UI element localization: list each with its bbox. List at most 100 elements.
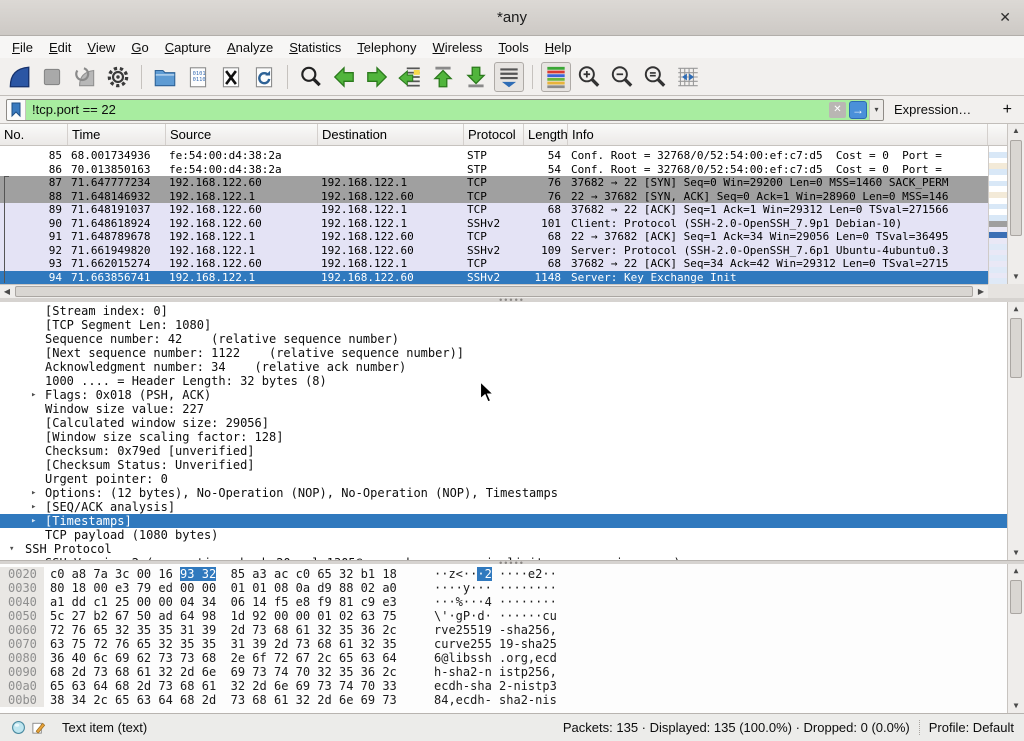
hex-row-0060[interactable]: 006072 76 65 32 35 35 31 39 2d 73 68 61 … <box>0 623 1007 637</box>
zoom-out-button[interactable] <box>607 62 637 92</box>
detail-line[interactable]: ▸[Timestamps] <box>0 514 1007 528</box>
scrollbar-thumb[interactable] <box>1010 318 1022 378</box>
hex-row-0020[interactable]: 0020c0 a8 7a 3c 00 16 93 32 85 a3 ac c0 … <box>0 567 1007 581</box>
detail-line[interactable]: Sequence number: 42 (relative sequence n… <box>0 332 1007 346</box>
capture-restart-button[interactable] <box>70 62 100 92</box>
column-header-source[interactable]: Source <box>166 124 318 145</box>
hex-row-0090[interactable]: 009068 2d 73 68 61 32 2d 6e 69 73 74 70 … <box>0 665 1007 679</box>
packet-row-93[interactable]: 9371.662015274192.168.122.60192.168.122.… <box>0 257 988 271</box>
add-filter-button[interactable]: + <box>999 101 1016 119</box>
collapse-arrow-icon[interactable]: ▾ <box>9 542 14 556</box>
scrollbar-thumb[interactable] <box>1010 580 1022 614</box>
packet-row-92[interactable]: 9271.661949820192.168.122.1192.168.122.6… <box>0 244 988 258</box>
packet-row-91[interactable]: 9171.648789678192.168.122.1192.168.122.6… <box>0 230 988 244</box>
column-header-time[interactable]: Time <box>68 124 166 145</box>
column-header-length[interactable]: Length <box>524 124 568 145</box>
go-forward-button[interactable] <box>362 62 392 92</box>
expand-arrow-icon[interactable]: ▸ <box>31 388 36 402</box>
scrollbar-thumb[interactable] <box>15 286 973 297</box>
menu-statistics[interactable]: Statistics <box>281 38 349 57</box>
scroll-down-icon[interactable]: ▼ <box>1009 546 1023 560</box>
scroll-left-icon[interactable]: ◀ <box>0 285 14 299</box>
packet-row-86[interactable]: 8670.013850163fe:54:00:d4:38:2aSTP54Conf… <box>0 163 988 177</box>
menu-go[interactable]: Go <box>123 38 156 57</box>
go-to-packet-button[interactable] <box>395 62 425 92</box>
detail-line[interactable]: 1000 .... = Header Length: 32 bytes (8) <box>0 374 1007 388</box>
detail-line[interactable]: [Stream index: 0] <box>0 304 1007 318</box>
packet-list-vertical-scrollbar[interactable]: ▲ ▼ <box>1007 124 1024 284</box>
bytes-vertical-scrollbar[interactable]: ▲ ▼ <box>1007 564 1024 713</box>
hex-row-0030[interactable]: 003080 18 00 e3 79 ed 00 00 01 01 08 0a … <box>0 581 1007 595</box>
menu-analyze[interactable]: Analyze <box>219 38 281 57</box>
capture-stop-button[interactable] <box>37 62 67 92</box>
go-bottom-button[interactable] <box>461 62 491 92</box>
detail-line[interactable]: [Window size scaling factor: 128] <box>0 430 1007 444</box>
column-header-info[interactable]: Info <box>568 124 988 145</box>
column-header-protocol[interactable]: Protocol <box>464 124 524 145</box>
packet-row-90[interactable]: 9071.648618924192.168.122.60192.168.122.… <box>0 217 988 231</box>
menu-edit[interactable]: Edit <box>41 38 79 57</box>
colorize-button[interactable] <box>541 62 571 92</box>
open-file-button[interactable] <box>150 62 180 92</box>
filter-history-dropdown[interactable]: ▾ <box>869 100 883 120</box>
capture-start-button[interactable] <box>4 62 34 92</box>
detail-line[interactable]: [Calculated window size: 29056] <box>0 416 1007 430</box>
packet-row-94[interactable]: 9471.663856741192.168.122.1192.168.122.6… <box>0 271 988 285</box>
capture-options-button[interactable] <box>103 62 133 92</box>
menu-wireless[interactable]: Wireless <box>425 38 491 57</box>
save-file-button[interactable]: 01010110 <box>183 62 213 92</box>
scroll-up-icon[interactable]: ▲ <box>1009 302 1023 316</box>
packet-row-85[interactable]: 8568.001734936fe:54:00:d4:38:2aSTP54Conf… <box>0 149 988 163</box>
resize-columns-button[interactable] <box>673 62 703 92</box>
menu-help[interactable]: Help <box>537 38 580 57</box>
packet-row-89[interactable]: 8971.648191037192.168.122.60192.168.122.… <box>0 203 988 217</box>
zoom-original-button[interactable] <box>640 62 670 92</box>
scroll-up-icon[interactable]: ▲ <box>1009 124 1023 138</box>
menu-capture[interactable]: Capture <box>157 38 219 57</box>
scrollbar-thumb[interactable] <box>1010 140 1022 236</box>
intelligent-scrollbar-minimap[interactable] <box>988 146 1007 284</box>
details-vertical-scrollbar[interactable]: ▲ ▼ <box>1007 302 1024 560</box>
close-file-button[interactable] <box>216 62 246 92</box>
detail-line[interactable]: TCP payload (1080 bytes) <box>0 528 1007 542</box>
reload-file-button[interactable] <box>249 62 279 92</box>
packet-row-87[interactable]: 8771.647777234192.168.122.60192.168.122.… <box>0 176 988 190</box>
scroll-down-icon[interactable]: ▼ <box>1009 699 1023 713</box>
detail-line[interactable]: ▸[SEQ/ACK analysis] <box>0 500 1007 514</box>
display-filter-input[interactable] <box>26 100 829 120</box>
menu-telephony[interactable]: Telephony <box>349 38 424 57</box>
detail-line[interactable]: Checksum: 0x79ed [unverified] <box>0 444 1007 458</box>
detail-line[interactable]: ▸Flags: 0x018 (PSH, ACK) <box>0 388 1007 402</box>
detail-line[interactable]: Window size value: 227 <box>0 402 1007 416</box>
scroll-up-icon[interactable]: ▲ <box>1009 564 1023 578</box>
detail-line[interactable]: ▾SSH Protocol <box>0 542 1007 556</box>
display-filter-field[interactable]: ✕ → ▾ <box>6 99 884 121</box>
expand-arrow-icon[interactable]: ▸ <box>31 486 36 500</box>
close-window-button[interactable]: ✕ <box>999 9 1011 25</box>
menu-tools[interactable]: Tools <box>490 38 536 57</box>
detail-line[interactable]: [TCP Segment Len: 1080] <box>0 318 1007 332</box>
filter-apply-button[interactable]: → <box>849 101 867 119</box>
menu-view[interactable]: View <box>79 38 123 57</box>
hex-row-0070[interactable]: 007063 75 72 76 65 32 35 35 31 39 2d 73 … <box>0 637 1007 651</box>
go-back-button[interactable] <box>329 62 359 92</box>
packet-list-horizontal-scrollbar[interactable]: ◀ ▶ <box>0 284 988 298</box>
detail-line[interactable]: [Checksum Status: Unverified] <box>0 458 1007 472</box>
expression-button[interactable]: Expression… <box>894 102 971 117</box>
scroll-down-icon[interactable]: ▼ <box>1009 270 1023 284</box>
hex-row-0040[interactable]: 0040a1 dd c1 25 00 00 04 34 06 14 f5 e8 … <box>0 595 1007 609</box>
auto-scroll-button[interactable] <box>494 62 524 92</box>
hex-row-00b0[interactable]: 00b038 34 2c 65 63 64 68 2d 73 68 61 32 … <box>0 693 1007 707</box>
expand-arrow-icon[interactable]: ▸ <box>31 514 36 528</box>
menu-file[interactable]: File <box>4 38 41 57</box>
hex-row-0080[interactable]: 008036 40 6c 69 62 73 73 68 2e 6f 72 67 … <box>0 651 1007 665</box>
detail-line[interactable]: Urgent pointer: 0 <box>0 472 1007 486</box>
zoom-in-button[interactable] <box>574 62 604 92</box>
capture-comment-icon[interactable] <box>28 718 48 738</box>
scroll-right-icon[interactable]: ▶ <box>974 285 988 299</box>
detail-line[interactable]: Acknowledgment number: 34 (relative ack … <box>0 360 1007 374</box>
find-packet-button[interactable] <box>296 62 326 92</box>
expand-arrow-icon[interactable]: ▸ <box>31 500 36 514</box>
column-header-destination[interactable]: Destination <box>318 124 464 145</box>
hex-row-00a0[interactable]: 00a065 63 64 68 2d 73 68 61 32 2d 6e 69 … <box>0 679 1007 693</box>
